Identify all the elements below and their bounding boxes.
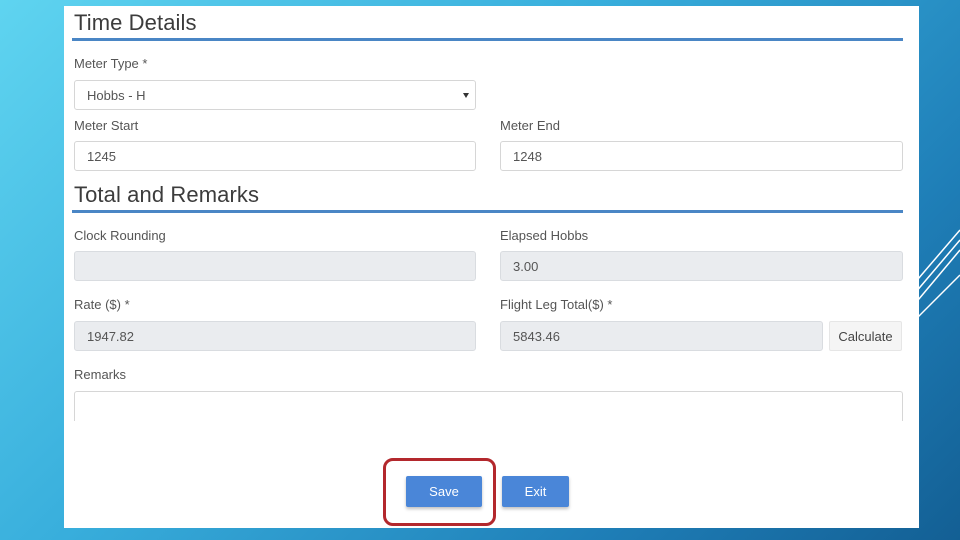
elapsed-hobbs-field: 3.00 xyxy=(500,251,903,281)
caret-down-icon xyxy=(463,93,469,98)
save-highlight-outline xyxy=(383,458,496,526)
meter-start-label: Meter Start xyxy=(74,118,139,133)
meter-end-input[interactable]: 1248 xyxy=(500,141,903,171)
section-divider xyxy=(72,210,903,213)
rate-label: Rate ($) * xyxy=(74,297,130,312)
clock-rounding-label: Clock Rounding xyxy=(74,228,166,243)
calculate-button[interactable]: Calculate xyxy=(829,321,902,351)
section-title-total-remarks: Total and Remarks xyxy=(74,182,260,207)
meter-type-label: Meter Type * xyxy=(74,56,148,71)
rate-field: 1947.82 xyxy=(74,321,476,351)
section-title-time-details: Time Details xyxy=(74,10,197,35)
exit-button[interactable]: Exit xyxy=(502,476,569,507)
meter-type-value: Hobbs - H xyxy=(87,88,146,103)
meter-type-select[interactable]: Hobbs - H xyxy=(74,80,476,110)
meter-start-input[interactable]: 1245 xyxy=(74,141,476,171)
section-divider xyxy=(72,38,903,41)
remarks-label: Remarks xyxy=(74,367,127,382)
remarks-textarea[interactable] xyxy=(74,391,903,421)
flight-leg-total-field: 5843.46 xyxy=(500,321,823,351)
flight-leg-total-label: Flight Leg Total($) * xyxy=(500,297,613,312)
meter-end-label: Meter End xyxy=(500,118,560,133)
elapsed-hobbs-label: Elapsed Hobbs xyxy=(500,228,589,243)
form-panel: Time Details Meter Type * Hobbs - H Mete… xyxy=(64,6,919,528)
clock-rounding-field xyxy=(74,251,476,281)
